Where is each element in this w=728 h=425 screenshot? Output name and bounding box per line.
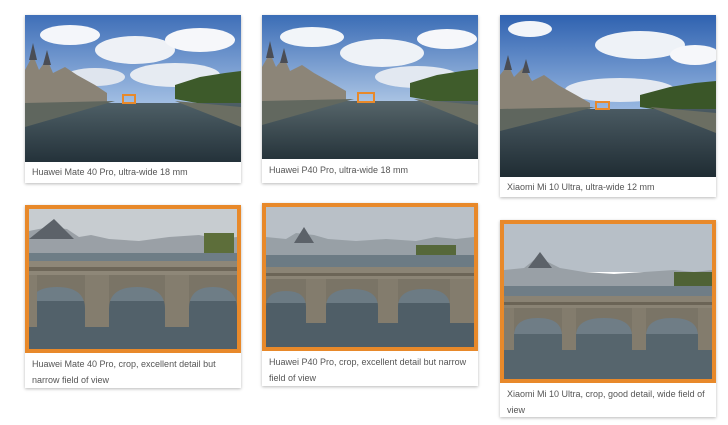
photo-card-mi10-crop[interactable]: Xiaomi Mi 10 Ultra, crop, good detail, w… bbox=[500, 220, 716, 417]
photo-caption: Huawei Mate 40 Pro, crop, excellent deta… bbox=[32, 359, 216, 385]
photo-card-mi10-ultrawide[interactable]: Xiaomi Mi 10 Ultra, ultra-wide 12 mm bbox=[500, 15, 716, 197]
photo-card-mate40-ultrawide[interactable]: Huawei Mate 40 Pro, ultra-wide 18 mm bbox=[25, 15, 241, 183]
photo-mi10-ultrawide[interactable] bbox=[500, 15, 716, 177]
photo-p40-ultrawide[interactable] bbox=[262, 15, 478, 159]
photo-card-p40-crop[interactable]: Huawei P40 Pro, crop, excellent detail b… bbox=[262, 203, 478, 386]
photo-card-mate40-crop[interactable]: Huawei Mate 40 Pro, crop, excellent deta… bbox=[25, 205, 241, 388]
photo-card-p40-ultrawide[interactable]: Huawei P40 Pro, ultra-wide 18 mm bbox=[262, 15, 478, 183]
photo-mi10-crop[interactable] bbox=[500, 220, 716, 383]
photo-caption: Xiaomi Mi 10 Ultra, ultra-wide 12 mm bbox=[507, 182, 655, 192]
photo-caption: Huawei Mate 40 Pro, ultra-wide 18 mm bbox=[32, 167, 188, 177]
photo-mate40-ultrawide[interactable] bbox=[25, 15, 241, 162]
photo-caption: Xiaomi Mi 10 Ultra, crop, good detail, w… bbox=[507, 389, 705, 415]
photo-caption: Huawei P40 Pro, crop, excellent detail b… bbox=[269, 357, 467, 383]
photo-caption: Huawei P40 Pro, ultra-wide 18 mm bbox=[269, 165, 409, 175]
photo-p40-crop[interactable] bbox=[262, 203, 478, 351]
photo-mate40-crop[interactable] bbox=[25, 205, 241, 353]
